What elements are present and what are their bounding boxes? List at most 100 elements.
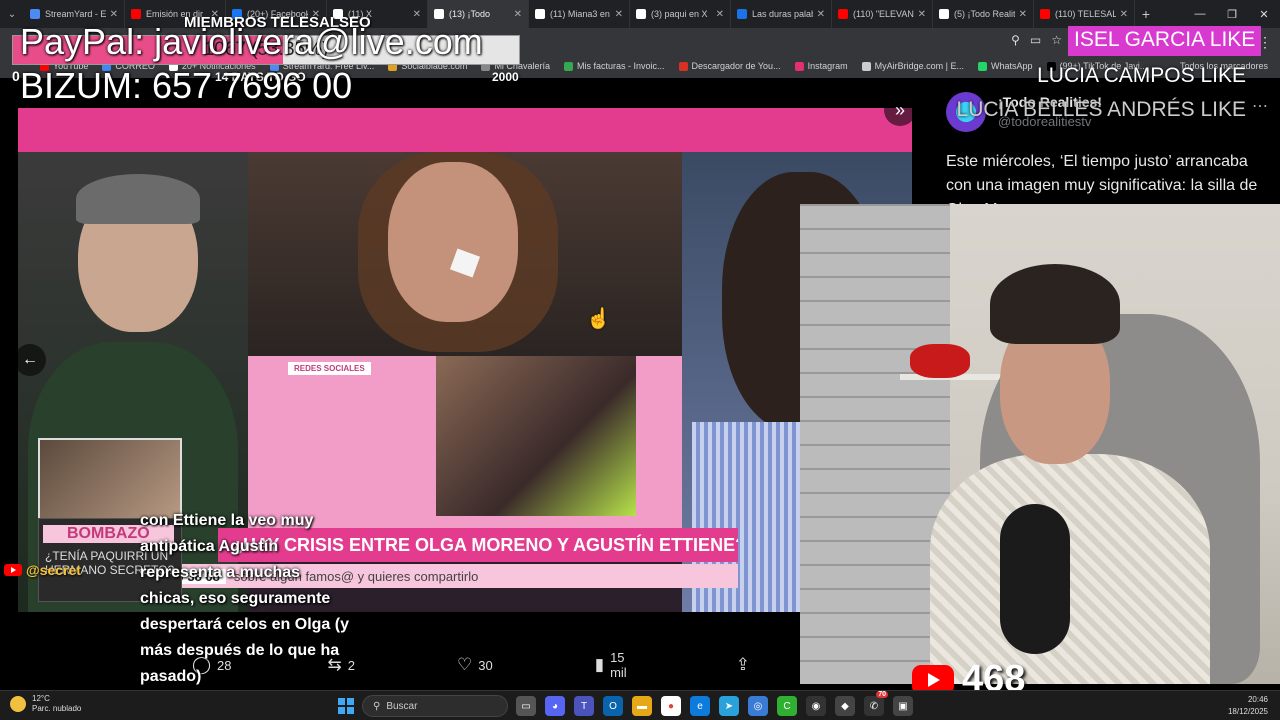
- tab-title: Las duras palab: [752, 9, 813, 19]
- screen: ⌄ StreamYard - E ✕ Emisión en dir ✕ (20+) Fa…: [0, 0, 1280, 720]
- tab-title: (110) TELESAL: [1055, 9, 1116, 19]
- file-explorer-icon[interactable]: ▬: [632, 696, 652, 716]
- weather-temp: 12°C: [32, 694, 50, 703]
- weather-desc: Parc. nublado: [32, 704, 82, 713]
- share-button[interactable]: ⇪: [736, 655, 750, 675]
- obs-icon[interactable]: ◉: [806, 696, 826, 716]
- bookmark-icon: [678, 61, 688, 71]
- close-tab-icon[interactable]: ✕: [110, 9, 118, 20]
- telegram-icon[interactable]: ➤: [719, 696, 739, 716]
- tab-title: (3) paqui en X: [651, 9, 708, 19]
- bookmark-item[interactable]: Mis facturas - Invoic...: [563, 61, 665, 71]
- like-alert-2: LUCIA CAMPOS LIKE: [1037, 64, 1246, 87]
- outlook-icon[interactable]: O: [603, 696, 623, 716]
- chrome-icon[interactable]: ●: [661, 696, 681, 716]
- chat-message: con Ettiene la veo muy antipática Agustí…: [140, 512, 349, 685]
- paypal-text: PayPal: javiolivera@live.com: [20, 21, 483, 62]
- close-tab-icon[interactable]: ✕: [1120, 9, 1128, 20]
- taskbar-search[interactable]: ⚲ Buscar: [362, 695, 508, 717]
- hand-cursor-icon: ☝: [586, 308, 611, 330]
- close-tab-icon[interactable]: ✕: [514, 9, 522, 20]
- minimize-icon[interactable]: —: [1184, 0, 1216, 28]
- app-icon-3[interactable]: ▣: [893, 696, 913, 716]
- weather-widget[interactable]: 12°C Parc. nublado: [10, 694, 81, 714]
- zoom-icon[interactable]: ⚲: [1011, 33, 1020, 47]
- bookmark-item[interactable]: MyAirBridge.com | E...: [861, 61, 964, 71]
- tab-title: StreamYard - E: [45, 9, 106, 19]
- browser-tab[interactable]: (11) Miana3 en ✕: [529, 0, 630, 28]
- new-tab-button[interactable]: +: [1135, 6, 1157, 22]
- couple-photo: [436, 356, 636, 516]
- tab-title: (13) ¡Todo: [449, 9, 491, 19]
- browser-app-icon[interactable]: ◎: [748, 696, 768, 716]
- bookmark-item[interactable]: Descargador de You...: [678, 61, 781, 71]
- bookmark-item[interactable]: WhatsApp: [977, 61, 1033, 71]
- share-icon: ⇪: [735, 655, 750, 674]
- tab-favicon-icon: [434, 9, 444, 19]
- bookmark-item[interactable]: Instagram: [794, 61, 848, 71]
- close-tab-icon[interactable]: ✕: [413, 9, 421, 20]
- views-icon: ▮: [594, 655, 605, 674]
- more-options-icon[interactable]: ⋯: [1252, 96, 1268, 116]
- app-icon[interactable]: C: [777, 696, 797, 716]
- tab-favicon-icon: [636, 9, 646, 19]
- tab-title: (11) Miana3 en: [550, 9, 610, 19]
- teams-icon[interactable]: T: [574, 696, 594, 716]
- chat-user: @secret: [4, 562, 81, 578]
- whatsapp-icon[interactable]: ✆ 70: [864, 691, 888, 716]
- close-tab-icon[interactable]: ✕: [615, 9, 623, 20]
- bizum-text: BIZUM: 657 7696 00: [20, 65, 353, 106]
- system-clock[interactable]: 20:46 18/12/2025: [1228, 694, 1268, 718]
- main-area: REDES SOCIALES ¿HAY CRISIS ENTRE OLGA MO…: [0, 80, 1280, 700]
- browser-tab[interactable]: (110) "ELEVAN ✕: [832, 0, 933, 28]
- browser-menu-icon[interactable]: ⋮: [1258, 34, 1272, 51]
- bookmark-star-icon[interactable]: ☆: [1051, 33, 1062, 47]
- crying-woman-shot: [248, 152, 682, 356]
- video-top-band: [18, 108, 912, 152]
- discord-icon[interactable]: ◕: [545, 696, 565, 716]
- tab-favicon-icon: [1040, 9, 1050, 19]
- windows-start-icon[interactable]: [338, 698, 354, 714]
- maximize-icon[interactable]: ❐: [1216, 0, 1248, 28]
- browser-tab[interactable]: Las duras palab ✕: [731, 0, 832, 28]
- browser-tab[interactable]: (3) paqui en X ✕: [630, 0, 731, 28]
- redes-tag: REDES SOCIALES: [288, 362, 371, 375]
- close-window-icon[interactable]: ✕: [1248, 0, 1280, 28]
- webcam-feed: [800, 204, 1280, 684]
- bookmark-icon: [563, 61, 573, 71]
- tab-favicon-icon: [939, 9, 949, 19]
- like-button[interactable]: ♡ 30: [457, 655, 493, 675]
- close-tab-icon[interactable]: ✕: [1019, 9, 1027, 20]
- close-tab-icon[interactable]: ✕: [817, 9, 825, 20]
- close-tab-icon[interactable]: ✕: [918, 9, 926, 20]
- payment-info: PayPal: javiolivera@live.com BIZUM: 657 …: [20, 20, 483, 108]
- app-icon-2[interactable]: ◆: [835, 696, 855, 716]
- heart-icon: ♡: [456, 655, 473, 674]
- weather-icon: [10, 696, 26, 712]
- taskbar-apps: ▭ ◕ T O ▬ ● e ➤ ◎ C ◉ ◆ ✆ 70 ▣: [516, 691, 913, 716]
- taskbar: 12°C Parc. nublado ⚲ Buscar ▭ ◕ T O ▬ ● …: [0, 690, 1280, 720]
- search-icon: ⚲: [373, 700, 381, 712]
- youtube-icon: [4, 564, 22, 576]
- edge-icon[interactable]: e: [690, 696, 710, 716]
- tab-favicon-icon: [838, 9, 848, 19]
- tab-favicon-icon: [535, 9, 545, 19]
- close-tab-icon[interactable]: ✕: [716, 9, 724, 20]
- tab-favicon-icon: [30, 9, 40, 19]
- window-controls: — ❐ ✕: [1184, 0, 1280, 28]
- tab-title: (110) "ELEVAN: [853, 9, 914, 19]
- browser-tab[interactable]: (110) TELESAL ✕: [1034, 0, 1135, 28]
- tab-favicon-icon: [737, 9, 747, 19]
- browser-tab[interactable]: (5) ¡Todo Realit ✕: [933, 0, 1034, 28]
- views-stat[interactable]: ▮ 15 mil: [595, 650, 638, 680]
- toolbar-icons: ⚲ ▭ ☆: [1011, 33, 1062, 47]
- bookmark-icon: [861, 61, 871, 71]
- previous-arrow-icon[interactable]: ←: [14, 344, 46, 376]
- tab-favicon-icon: [131, 9, 141, 19]
- bookmark-icon: [794, 61, 804, 71]
- expand-icon[interactable]: »: [884, 94, 916, 126]
- cast-icon[interactable]: ▭: [1030, 33, 1041, 47]
- task-view-icon[interactable]: ▭: [516, 696, 536, 716]
- like-alert-1: ISEL GARCIA LIKE: [1068, 26, 1262, 56]
- like-alert-3: LUCIA BELLES ANDRÉS LIKE: [956, 98, 1246, 121]
